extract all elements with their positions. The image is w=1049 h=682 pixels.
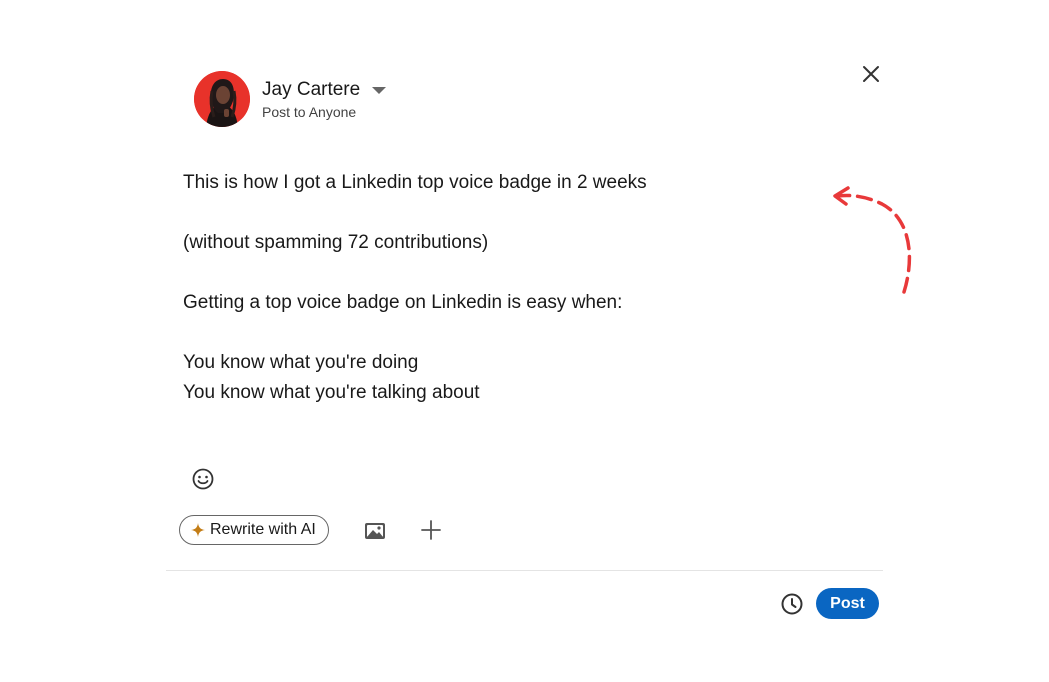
- author-text: Jay Cartere Post to Anyone: [262, 78, 387, 120]
- avatar: [194, 71, 250, 127]
- post-button[interactable]: Post: [816, 588, 879, 619]
- sparkle-icon: [191, 523, 205, 537]
- clock-icon[interactable]: [779, 591, 805, 617]
- author-selector[interactable]: Jay Cartere Post to Anyone: [194, 71, 387, 127]
- annotation-arrow: [826, 180, 916, 305]
- caret-down-icon[interactable]: [372, 82, 387, 100]
- footer-divider: [166, 570, 883, 571]
- editor-line: You know what you're talking about: [183, 382, 480, 403]
- plus-icon[interactable]: [419, 518, 443, 542]
- editor-line: [183, 198, 823, 228]
- audience-label: Post to Anyone: [262, 103, 357, 120]
- emoji-icon[interactable]: [190, 466, 216, 492]
- image-icon[interactable]: [362, 518, 388, 544]
- editor-line: This is how I got a Linkedin top voice b…: [183, 172, 647, 193]
- share-modal: Jay Cartere Post to Anyone This is how I…: [0, 0, 1049, 682]
- editor-line: [183, 318, 823, 348]
- post-editor[interactable]: This is how I got a Linkedin top voice b…: [183, 168, 823, 446]
- editor-line: Getting a top voice badge on Linkedin is…: [183, 292, 623, 313]
- rewrite-label: Rewrite with AI: [210, 521, 316, 538]
- editor-line: [183, 258, 823, 288]
- editor-line: You know what you're doing: [183, 352, 419, 373]
- author-name: Jay Cartere: [262, 78, 361, 100]
- editor-line: (without spamming 72 contributions): [183, 232, 489, 253]
- close-icon[interactable]: [858, 62, 884, 88]
- rewrite-with-ai-button[interactable]: Rewrite with AI: [179, 515, 329, 545]
